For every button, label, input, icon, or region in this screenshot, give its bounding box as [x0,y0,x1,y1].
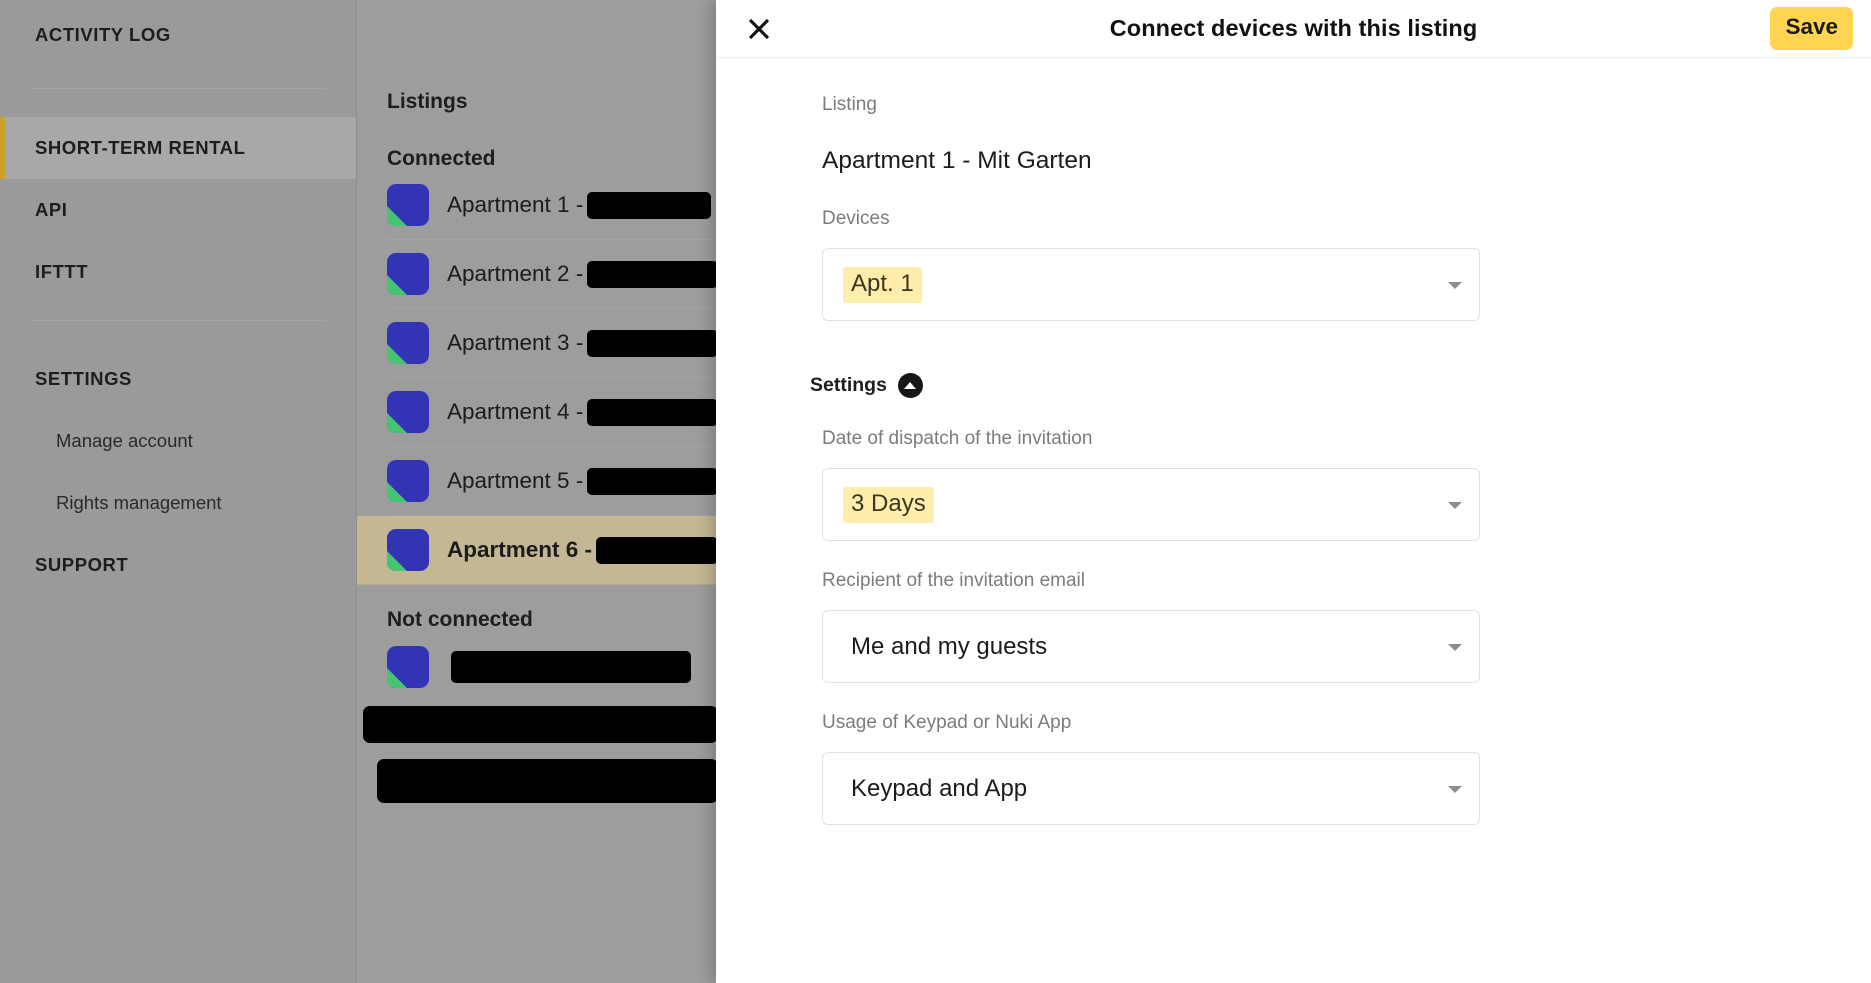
list-item[interactable]: Apartment 4 - [387,378,718,447]
dispatch-field-label: Date of dispatch of the invitation [822,428,1093,449]
redacted-text [587,191,712,219]
redacted-text [377,759,718,803]
sidebar-item-label: API [35,199,68,220]
listings-panel: Listings Connected Apartment 1 - Apartme… [356,0,718,983]
redacted-text [587,398,718,426]
nuki-listing-icon [387,529,429,571]
devices-field-label: Devices [822,208,890,229]
chevron-down-icon [1448,501,1462,509]
nuki-listing-icon [387,184,429,226]
listing-label: Apartment 3 - [447,330,584,355]
chevron-down-icon [1448,785,1462,793]
save-button[interactable]: Save [1770,7,1853,50]
sidebar-item-short-term-rental[interactable]: SHORT-TERM RENTAL [0,117,356,179]
dispatch-date-select[interactable]: 3 Days [822,468,1480,541]
sidebar-item-label: IFTTT [35,261,89,282]
list-item[interactable]: Apartment 3 - [387,309,718,378]
sidebar-divider-1 [30,88,326,89]
listings-panel-title: Listings [387,90,468,113]
list-item-selected[interactable]: Apartment 6 - [357,516,718,585]
sidebar-item-label: Manage account [56,430,193,451]
sidebar-item-rights-management[interactable]: Rights management [0,472,356,534]
app-root: ACTIVITY LOG SHORT-TERM RENTAL API IFTTT… [0,0,1871,983]
usage-value: Keypad and App [851,774,1028,802]
listing-label: Apartment 5 - [447,468,584,493]
sidebar-item-support[interactable]: SUPPORT [0,534,356,596]
sidebar-item-label: SETTINGS [35,368,132,389]
sidebar-item-settings[interactable]: SETTINGS [0,348,356,410]
nuki-listing-icon [387,645,429,688]
chevron-down-icon [1448,643,1462,651]
list-item[interactable]: Apartment 1 - [387,171,718,240]
listing-label: Apartment 4 - [447,399,584,424]
chevron-up-icon[interactable] [897,373,923,398]
not-connected-listings-list [363,632,718,803]
chevron-down-icon [1448,281,1462,289]
device-chip[interactable]: Apt. 1 [843,266,922,303]
usage-select[interactable]: Keypad and App [822,752,1480,825]
sidebar-item-activity-log[interactable]: ACTIVITY LOG [0,4,356,66]
nuki-listing-icon [387,253,429,295]
settings-section-label: Settings [810,374,887,396]
usage-field-label: Usage of Keypad or Nuki App [822,712,1072,733]
sidebar-item-ifttt[interactable]: IFTTT [0,241,356,303]
listing-label: Apartment 1 - [447,192,584,217]
nuki-listing-icon [387,460,429,502]
sidebar-item-label: SUPPORT [35,554,129,575]
dispatch-value-chip[interactable]: 3 Days [843,486,934,523]
close-icon[interactable] [738,8,780,50]
listing-label: Apartment 6 - [447,537,593,562]
listings-group-not-connected-header: Not connected [387,608,533,631]
modal-header: Connect devices with this listing Save [716,0,1871,58]
redacted-text [363,705,718,743]
page-title: Connect devices with this listing [1109,15,1478,41]
settings-section-toggle[interactable]: Settings [810,373,923,398]
list-item[interactable] [387,632,718,701]
sidebar-item-label: Rights management [56,492,222,513]
redacted-text [587,467,718,495]
redacted-text [587,329,718,357]
redacted-text [451,650,691,683]
listing-label: Apartment 2 - [447,261,584,286]
connect-devices-modal: Connect devices with this listing Save L… [716,0,1871,983]
recipient-select[interactable]: Me and my guests [822,610,1480,683]
redacted-text [596,536,718,564]
nuki-listing-icon [387,322,429,364]
listing-field-label: Listing [822,94,877,115]
connected-listings-list: Apartment 1 - Apartment 2 - Apartment 3 … [357,171,718,585]
list-item[interactable]: Apartment 2 - [387,240,718,309]
left-sidebar: ACTIVITY LOG SHORT-TERM RENTAL API IFTTT… [0,0,356,983]
sidebar-divider-2 [30,320,326,321]
sidebar-item-manage-account[interactable]: Manage account [0,410,356,472]
modal-body: Listing Apartment 1 - Mit Garten Devices… [716,94,1871,825]
nuki-listing-icon [387,391,429,433]
list-item[interactable]: Apartment 5 - [387,447,718,516]
devices-select[interactable]: Apt. 1 [822,248,1480,321]
list-item[interactable] [377,747,718,803]
recipient-value: Me and my guests [851,632,1048,660]
redacted-text [587,260,718,288]
sidebar-item-label: ACTIVITY LOG [35,24,171,45]
list-item[interactable] [363,701,718,747]
listing-field-value: Apartment 1 - Mit Garten [822,147,1092,174]
sidebar-item-api[interactable]: API [0,179,356,241]
listings-group-connected-header: Connected [387,147,496,170]
sidebar-item-label: SHORT-TERM RENTAL [35,137,246,158]
recipient-field-label: Recipient of the invitation email [822,570,1085,591]
